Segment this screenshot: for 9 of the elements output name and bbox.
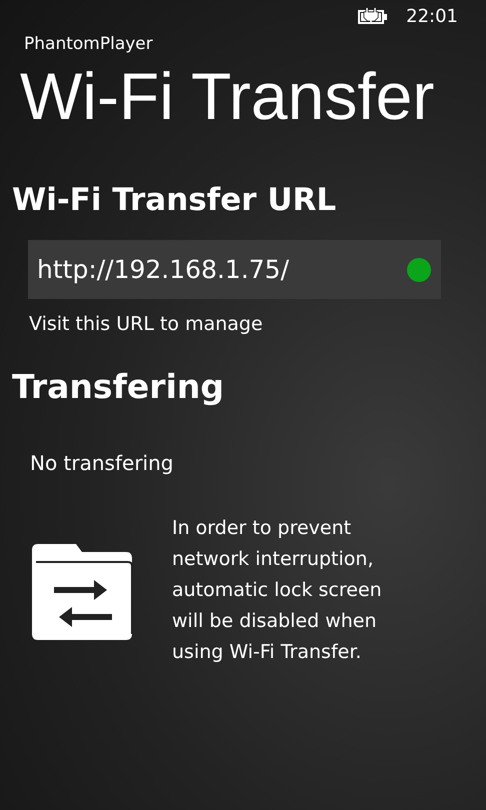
- app-name: PhantomPlayer: [24, 33, 154, 56]
- url-field[interactable]: http://192.168.1.75/: [28, 240, 441, 299]
- transfer-status: No transfering: [30, 451, 174, 475]
- notice-text: In order to prevent network interruption, automatic lock screen will be disabled when using Wi-Fi Transfer.: [172, 516, 383, 665]
- url-caption: Visit this URL to manage: [29, 313, 264, 335]
- section-heading: Wi-Fi Transfer URL: [12, 181, 338, 220]
- clock-time: 22:01: [406, 6, 458, 26]
- page-title: Wi-Fi Transfer: [20, 58, 436, 135]
- section-heading: Transfering: [12, 366, 226, 408]
